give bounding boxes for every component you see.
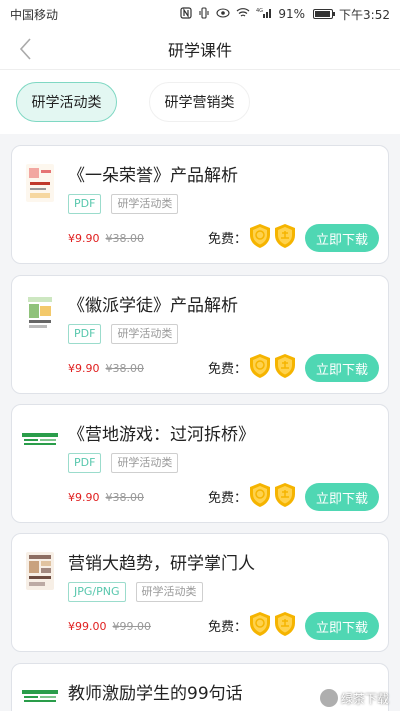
page-title: 研学课件 xyxy=(167,40,232,60)
enterprise-badge-icon[interactable] xyxy=(273,611,297,637)
download-button[interactable]: 立即下载 xyxy=(305,224,379,252)
price: ¥9.90 xyxy=(68,362,100,375)
card-title: 《徽派学徒》产品解析 xyxy=(68,296,238,316)
free-label: 免费： xyxy=(208,491,248,506)
format-tag: PDF xyxy=(68,324,102,344)
free-label: 免费： xyxy=(208,620,248,635)
free-label: 免费： xyxy=(208,362,248,377)
tag-row: PDF 研学活动类 xyxy=(68,324,179,344)
category-tag: 研学活动类 xyxy=(111,194,179,214)
status-icons: 4G 91% 下午3:52 xyxy=(180,6,390,23)
price: ¥99.00 xyxy=(68,620,107,633)
status-time: 下午3:52 xyxy=(339,7,390,22)
vibrate-icon xyxy=(198,6,210,22)
courseware-thumbnail xyxy=(22,431,58,445)
battery-percent: 91% xyxy=(278,7,306,21)
card-title: 营销大趋势，研学掌门人 xyxy=(68,554,255,574)
vip-badge-icon[interactable] xyxy=(248,482,272,508)
category-tabs: 研学活动类 研学营销类 xyxy=(0,70,400,134)
enterprise-badge-icon[interactable] xyxy=(273,223,297,249)
format-tag: PDF xyxy=(68,453,102,473)
chevron-left-icon xyxy=(19,38,31,60)
nav-header: 研学课件 xyxy=(0,28,400,70)
network-type: 4G xyxy=(256,8,263,14)
courseware-thumbnail xyxy=(26,164,54,202)
card-title: 《营地游戏：过河拆桥》 xyxy=(68,425,255,445)
tag-row: JPG/PNG 研学活动类 xyxy=(68,582,203,602)
courseware-card[interactable]: 《一朵荣誉》产品解析 PDF 研学活动类 ¥9.90 ¥38.00 免费： 立即… xyxy=(11,145,389,264)
courseware-card[interactable]: 《徽派学徒》产品解析 PDF 研学活动类 ¥9.90 ¥38.00 免费： 立即… xyxy=(11,275,389,394)
original-price: ¥99.00 xyxy=(112,620,152,633)
tab-research-marketing[interactable]: 研学营销类 xyxy=(149,82,250,122)
back-button[interactable] xyxy=(10,34,40,64)
courseware-thumbnail xyxy=(26,294,54,332)
price-row: ¥99.00 ¥99.00 xyxy=(68,620,151,633)
signal-icon: 4G xyxy=(256,7,272,21)
category-tag: 研学活动类 xyxy=(111,453,179,473)
price-row: ¥9.90 ¥38.00 xyxy=(68,232,144,245)
free-label: 免费： xyxy=(208,232,248,247)
status-bar: 中国移动 4G 91% 下午3:52 xyxy=(0,0,400,28)
courseware-card[interactable]: 营销大趋势，研学掌门人 JPG/PNG 研学活动类 ¥99.00 ¥99.00 … xyxy=(11,533,389,652)
nfc-icon xyxy=(180,6,192,22)
price: ¥9.90 xyxy=(68,232,100,245)
price-row: ¥9.90 ¥38.00 xyxy=(68,491,144,504)
download-button[interactable]: 立即下载 xyxy=(305,354,379,382)
carrier-label: 中国移动 xyxy=(10,7,59,22)
tag-row: PDF 研学活动类 xyxy=(68,194,179,214)
category-tag: 研学活动类 xyxy=(111,324,179,344)
wifi-icon xyxy=(236,7,250,21)
original-price: ¥38.00 xyxy=(105,232,145,245)
format-tag: PDF xyxy=(68,194,102,214)
format-tag: JPG/PNG xyxy=(68,582,126,602)
courseware-thumbnail xyxy=(22,688,58,702)
battery-icon xyxy=(313,9,336,19)
eye-icon xyxy=(216,7,230,21)
courseware-thumbnail xyxy=(26,552,54,590)
enterprise-badge-icon[interactable] xyxy=(273,353,297,379)
vip-badge-icon[interactable] xyxy=(248,223,272,249)
watermark-logo-icon xyxy=(320,689,338,707)
download-button[interactable]: 立即下载 xyxy=(305,612,379,640)
download-button[interactable]: 立即下载 xyxy=(305,483,379,511)
card-title: 《一朵荣誉》产品解析 xyxy=(68,166,238,186)
original-price: ¥38.00 xyxy=(105,362,145,375)
enterprise-badge-icon[interactable] xyxy=(273,482,297,508)
price: ¥9.90 xyxy=(68,491,100,504)
vip-badge-icon[interactable] xyxy=(248,611,272,637)
tag-row: PDF 研学活动类 xyxy=(68,453,179,473)
price-row: ¥9.90 ¥38.00 xyxy=(68,362,144,375)
courseware-card[interactable]: 《营地游戏：过河拆桥》 PDF 研学活动类 ¥9.90 ¥38.00 免费： 立… xyxy=(11,404,389,523)
original-price: ¥38.00 xyxy=(105,491,145,504)
watermark: 绿茶下载 xyxy=(320,687,396,709)
category-tag: 研学活动类 xyxy=(135,582,203,602)
tab-research-activity[interactable]: 研学活动类 xyxy=(16,82,117,122)
watermark-text: 绿茶下载 xyxy=(341,691,390,706)
card-title: 教师激励学生的99句话 xyxy=(68,684,243,704)
vip-badge-icon[interactable] xyxy=(248,353,272,379)
